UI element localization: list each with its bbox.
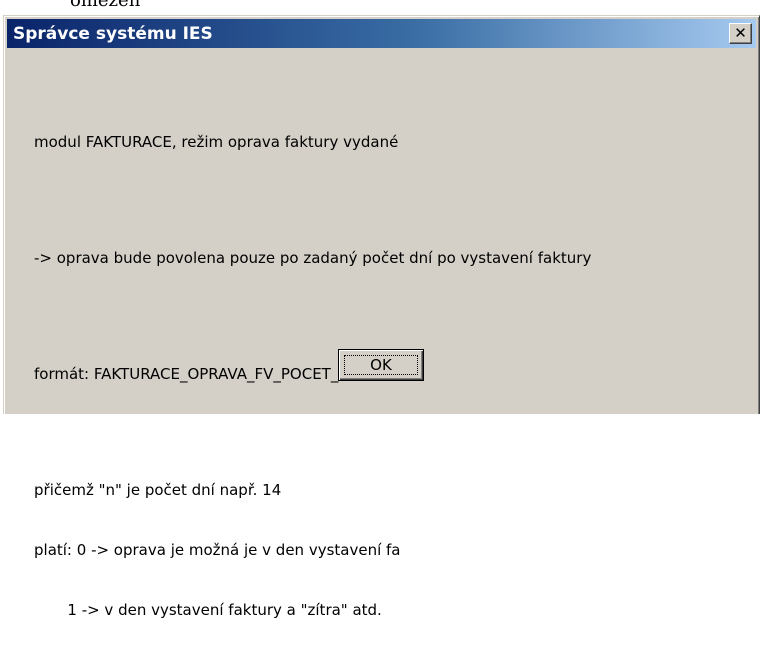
dialog-message: modul FAKTURACE, režim oprava faktury vy… <box>34 92 591 660</box>
ok-button[interactable]: OK <box>338 349 424 381</box>
ok-button-label: OK <box>344 355 418 375</box>
dialog-titlebar[interactable]: Správce systému IES ✕ <box>7 19 756 48</box>
message-line-note: přičemž "n" je počet dní např. 14 <box>34 481 282 499</box>
dialog-title: Správce systému IES <box>13 23 213 44</box>
message-line-rule-0: platí: 0 -> oprava je možná je v den vys… <box>34 541 401 559</box>
message-line-module: modul FAKTURACE, režim oprava faktury vy… <box>34 133 399 151</box>
message-line-rule: -> oprava bude povolena pouze po zadaný … <box>34 249 592 267</box>
message-line-format: formát: FAKTURACE_OPRAVA_FV_POCET_DNI=n <box>34 365 388 383</box>
message-dialog: Správce systému IES ✕ modul FAKTURACE, r… <box>3 15 760 619</box>
close-icon: ✕ <box>734 24 747 42</box>
close-button[interactable]: ✕ <box>729 23 752 44</box>
background-text-fragment: omezen <box>70 0 141 11</box>
message-line-rule-1: 1 -> v den vystavení faktury a "zítra" a… <box>34 601 382 619</box>
